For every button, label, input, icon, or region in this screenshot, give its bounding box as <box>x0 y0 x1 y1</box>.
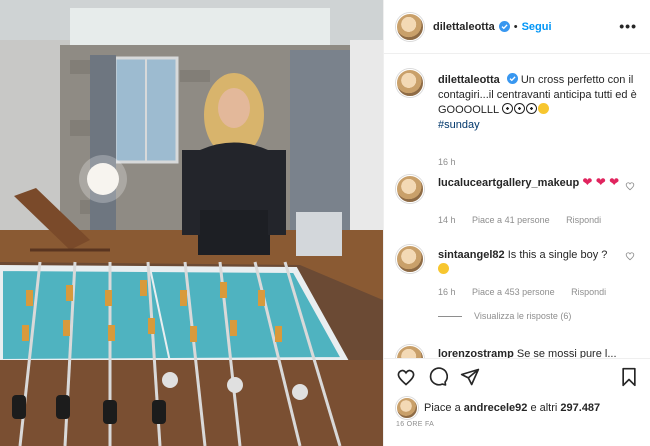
comment-meta: 16 h Piace a 453 persone Rispondi <box>438 287 620 297</box>
caption-meta: 16 h <box>438 157 470 167</box>
author-avatar[interactable] <box>396 12 424 41</box>
caption-avatar[interactable] <box>396 69 424 97</box>
comment-emoji: ❤ ❤ ❤ <box>582 175 620 189</box>
comment-body: lucaluceartgallery_makeup ❤ ❤ ❤ <box>438 175 638 191</box>
heart-icon[interactable] <box>396 367 416 387</box>
verified-badge-icon <box>498 21 510 32</box>
reply-button[interactable]: Rispondi <box>566 215 601 225</box>
author-username[interactable]: dilettaleotta <box>433 21 495 33</box>
separator-dot: • <box>513 20 518 33</box>
comment-meta: 14 h Piace a 41 persone Rispondi <box>438 215 615 225</box>
caption-body: dilettaleotta Un cross perfetto con il c… <box>438 73 638 133</box>
more-options-icon[interactable]: ••• <box>619 18 637 34</box>
comment-item: sintaangel82 Is this a single boy ? 16 h… <box>396 245 641 325</box>
action-bar: Piace a andrecele92 e altri 297.487 16 O… <box>384 358 650 446</box>
comment-body: lorenzostramp Se se mossi pure l... <box>438 347 638 358</box>
comment-time: 16 h <box>438 287 456 297</box>
soccer-ball-icon <box>501 103 513 114</box>
foosball-room-image <box>0 0 383 446</box>
follow-button[interactable]: Segui <box>522 21 552 33</box>
comment-icon[interactable] <box>428 367 448 387</box>
share-icon[interactable] <box>460 367 480 387</box>
comment-likes[interactable]: Piace a 41 persone <box>472 215 550 225</box>
comment-text: Is this a single boy ? <box>507 249 608 261</box>
likes-summary: Piace a andrecele92 e altri 297.487 <box>396 397 600 419</box>
post-sidebar: dilettaleotta • Segui ••• dilettaleotta <box>383 0 650 446</box>
caption-username[interactable]: dilettaleotta <box>438 74 500 86</box>
post-photo[interactable] <box>0 0 383 446</box>
commenter-avatar[interactable] <box>396 175 424 203</box>
comment-item: lucaluceartgallery_makeup ❤ ❤ ❤ 14 h Pia… <box>396 175 641 235</box>
instagram-post-window: dilettaleotta • Segui ••• dilettaleotta <box>0 0 650 446</box>
comment-likes[interactable]: Piace a 453 persone <box>472 287 555 297</box>
verified-badge-icon <box>506 73 518 84</box>
liker-avatar[interactable] <box>396 397 418 419</box>
soccer-ball-icon <box>525 103 537 114</box>
comment-text: Se se mossi pure l... <box>516 348 617 358</box>
commenter-username[interactable]: lucaluceartgallery_makeup <box>438 177 579 189</box>
smiling-face-icon <box>438 263 449 274</box>
commenter-avatar[interactable] <box>396 245 424 273</box>
commenter-username[interactable]: lorenzostramp <box>438 348 514 358</box>
heart-icon[interactable] <box>625 181 635 191</box>
caption: dilettaleotta Un cross perfetto con il c… <box>396 69 641 167</box>
soccer-ball-icon <box>513 103 525 114</box>
comments-list[interactable]: dilettaleotta Un cross perfetto con il c… <box>384 55 650 358</box>
reply-button[interactable]: Rispondi <box>571 287 606 297</box>
likes-count[interactable]: 297.487 <box>560 402 600 414</box>
likes-suffix: e altri <box>530 402 558 414</box>
heart-icon[interactable] <box>625 251 635 261</box>
comment-item: lorenzostramp Se se mossi pure l... <box>396 345 641 358</box>
comment-body: sintaangel82 Is this a single boy ? <box>438 248 638 278</box>
view-replies-button[interactable]: Visualizza le risposte (6) <box>438 311 571 321</box>
post-header: dilettaleotta • Segui ••• <box>384 0 650 54</box>
bookmark-icon[interactable] <box>619 367 639 387</box>
commenter-username[interactable]: sintaangel82 <box>438 249 505 261</box>
view-replies-label: Visualizza le risposte (6) <box>474 311 572 321</box>
commenter-avatar[interactable] <box>396 345 424 358</box>
liker-username[interactable]: andrecele92 <box>464 402 528 414</box>
caption-time: 16 h <box>438 157 456 167</box>
comment-time: 14 h <box>438 215 456 225</box>
grinning-face-icon <box>537 103 549 114</box>
likes-prefix: Piace a <box>424 402 461 414</box>
replies-divider <box>438 315 462 317</box>
post-timestamp[interactable]: 16 ORE FA <box>396 421 434 428</box>
caption-hashtag[interactable]: #sunday <box>438 119 480 131</box>
